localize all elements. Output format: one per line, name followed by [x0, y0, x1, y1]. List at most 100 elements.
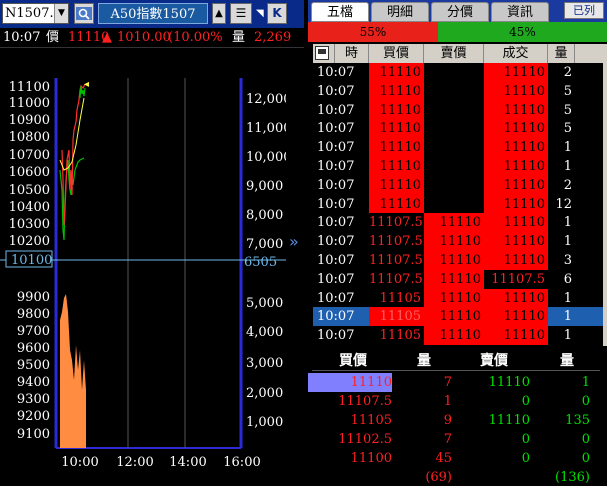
tick-row[interactable]: 10:07 11105 11110 11110 1 [313, 288, 603, 308]
tick-row[interactable]: 10:07 11110 11110 1 [313, 138, 603, 158]
price-tick-label: 9100 [17, 427, 50, 442]
save-icon[interactable] [315, 46, 329, 60]
tick-time: 10:07 [313, 157, 369, 176]
volume-tick-label: 11,000 [246, 121, 286, 136]
tick-trade: 11110 [484, 100, 548, 120]
tick-row[interactable]: 10:07 11110 11110 5 [313, 100, 603, 120]
col-bid: 買價 [369, 44, 424, 63]
tick-qty: 6 [548, 269, 575, 289]
tick-trade: 11107.5 [484, 269, 548, 289]
tick-time: 10:07 [313, 251, 369, 270]
list-button[interactable]: ☰ [230, 3, 252, 24]
book-ask-qty: 135 [565, 413, 590, 428]
tick-row[interactable]: 10:07 11107.5 11110 11110 1 [313, 232, 603, 252]
search-button[interactable] [74, 3, 94, 24]
tick-qty: 1 [548, 157, 575, 176]
save-cell[interactable] [313, 44, 335, 63]
tick-bid: 11107.5 [369, 269, 424, 289]
order-book-row[interactable]: 11107.5 1 0 0 [308, 392, 607, 411]
tick-time: 10:07 [313, 213, 369, 233]
tick-row[interactable]: 10:07 11107.5 11110 11107.5 6 [313, 269, 603, 289]
book-col-bid-qty: 量 [394, 351, 454, 371]
order-book-row[interactable]: 11102.5 7 0 0 [308, 430, 607, 449]
panel-splitter[interactable] [286, 48, 308, 486]
tick-row[interactable]: 10:07 11107.5 11110 11110 1 [313, 213, 603, 233]
tick-row[interactable]: 10:07 11110 11110 12 [313, 194, 603, 214]
tick-ask [424, 138, 484, 158]
order-book-row[interactable]: 11100 45 0 0 [308, 449, 607, 468]
tick-qty: 1 [548, 232, 575, 252]
book-bid-qty: 1 [443, 394, 452, 409]
volume-tick-label: 2,000 [246, 386, 283, 401]
tick-trade: 11110 [484, 288, 548, 308]
tab-info[interactable]: 資訊 [491, 2, 549, 22]
tab-details[interactable]: 明細 [371, 2, 429, 22]
book-ask: 11110 [488, 375, 530, 390]
scroll-up-button[interactable]: ▲ [212, 3, 226, 24]
volume-histogram [60, 294, 86, 448]
tick-row[interactable]: 10:07 11110 11110 5 [313, 81, 603, 101]
tick-time: 10:07 [313, 119, 369, 139]
price-tick-label: 11100 [9, 80, 50, 95]
tick-time: 10:07 [313, 175, 369, 195]
order-book-row[interactable]: 11105 9 11110 135 [308, 411, 607, 430]
tick-ask [424, 119, 484, 139]
print-button[interactable]: 已列 [564, 2, 604, 19]
tick-ask: 11110 [424, 326, 484, 346]
tick-trade: 11110 [484, 157, 548, 176]
tick-row[interactable]: 10:07 11110 11110 5 [313, 119, 603, 139]
tick-qty: 1 [548, 138, 575, 158]
tick-bid: 11110 [369, 63, 424, 82]
order-book-row[interactable]: 11110 7 11110 1 [308, 373, 607, 392]
time-tick-label: 16:00 [223, 455, 260, 470]
tick-bid: 11105 [369, 307, 424, 327]
tick-bid: 11105 [369, 288, 424, 308]
volume-tick-label: 1,000 [246, 415, 283, 430]
volume-tick-label: 5,000 [246, 296, 283, 311]
col-ask: 賣價 [424, 44, 484, 63]
chevron-down-icon[interactable]: ▼ [54, 4, 68, 23]
book-col-ask: 賣價 [454, 351, 534, 371]
tick-scrollbar[interactable] [603, 44, 607, 346]
book-bid: 11100 [350, 451, 392, 466]
price-tick-label: 9700 [17, 324, 50, 339]
book-bid: 11105 [350, 413, 392, 428]
intraday-chart[interactable]: 10100 6505 1110011000 10900 10800 10700 1060… [0, 50, 286, 486]
tick-trade: 11110 [484, 175, 548, 195]
up-triangle-icon: ▲ [102, 30, 112, 45]
tick-ask: 11110 [424, 251, 484, 270]
tick-ask [424, 100, 484, 120]
price-tick-label: 9500 [17, 358, 50, 373]
book-ask-qty: 0 [581, 451, 590, 466]
price-tick-label: 9900 [17, 290, 50, 305]
price-tick-label: 10200 [9, 234, 50, 249]
tick-qty: 1 [548, 288, 575, 308]
tick-row[interactable]: 10:07 11110 11110 1 [313, 157, 603, 176]
tick-table-body[interactable]: 10:07 11110 11110 2 10:07 11110 11110 5 10:07 111… [313, 63, 603, 346]
tab-five-levels[interactable]: 五檔 [311, 2, 369, 22]
tick-row[interactable]: 10:07 11105 11110 11110 1 [313, 326, 603, 346]
tick-row[interactable]: 10:07 11110 11110 2 [313, 63, 603, 82]
book-ask: 0 [521, 394, 530, 409]
volume-label: 量 [232, 30, 246, 45]
book-ask: 0 [521, 451, 530, 466]
price-change: 1010.00 [117, 30, 171, 45]
tab-price-distribution[interactable]: 分價 [431, 2, 489, 22]
tick-row[interactable]: 10:07 11107.5 11110 11110 3 [313, 251, 603, 270]
tick-bid: 11107.5 [369, 232, 424, 252]
book-bid-qty: 7 [443, 432, 452, 447]
tick-bid: 11110 [369, 100, 424, 120]
time-tick-label: 10:00 [61, 455, 98, 470]
double-chevron-right-icon[interactable]: » [289, 232, 299, 251]
list-icon: ☰ [235, 6, 247, 20]
tick-trade: 11110 [484, 81, 548, 101]
tick-time: 10:07 [313, 269, 369, 289]
k-line-button[interactable]: K [267, 3, 287, 24]
tick-row[interactable]: 10:07 11110 11110 2 [313, 175, 603, 195]
symbol-select[interactable]: N1507.2 ▼ [2, 3, 69, 24]
price-change-pct: (10.00% [168, 30, 223, 45]
reference-price: 10100 [11, 253, 52, 268]
price-tick-label: 10400 [9, 200, 50, 215]
col-time: 時 [335, 44, 369, 63]
tick-row[interactable]: 10:07 11105 11110 11110 1 [313, 307, 603, 327]
